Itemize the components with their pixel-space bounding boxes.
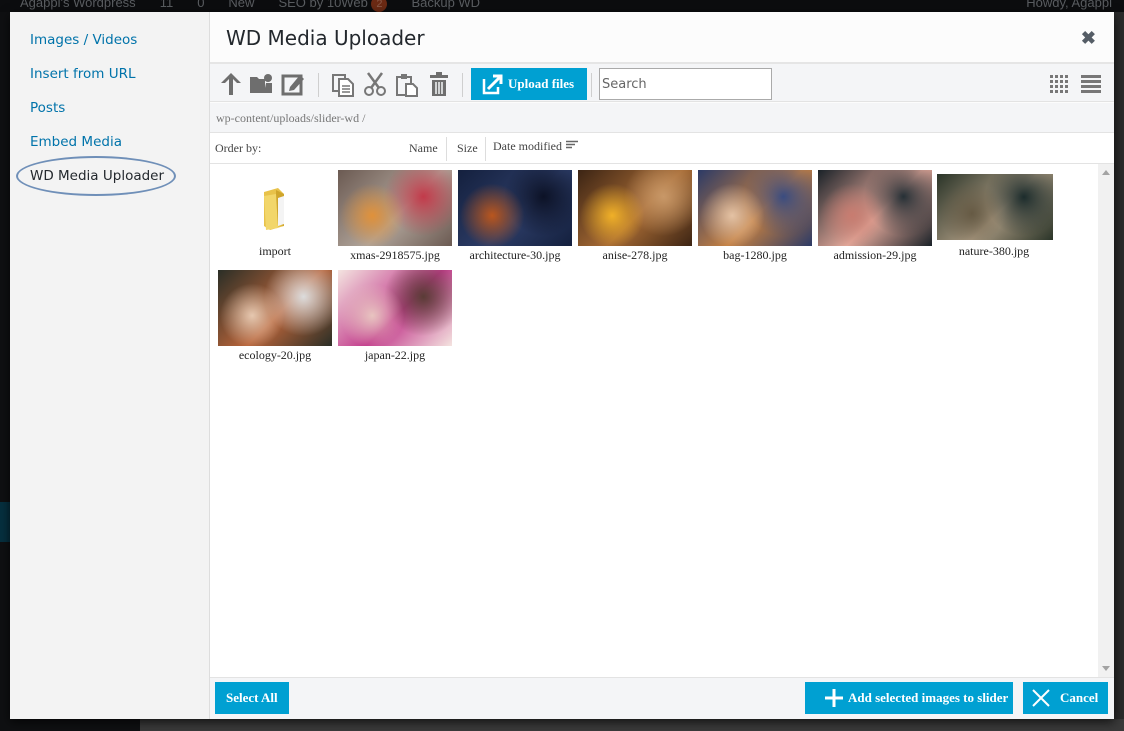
order-by-date-label: Date modified: [493, 139, 562, 153]
order-by-label: Order by:: [215, 141, 262, 155]
admin-bar-seo-label: SEO by 10Web: [278, 0, 368, 10]
file-name: anise-278.jpg: [602, 248, 668, 262]
file-name: architecture-30.jpg: [469, 248, 561, 262]
file-name: admission-29.jpg: [833, 248, 917, 262]
upload-icon: [482, 74, 503, 95]
path-bar: wp-content/uploads/slider-wd /: [210, 103, 1114, 133]
copy-icon[interactable]: [330, 71, 356, 97]
modal-title: WD Media Uploader: [226, 26, 425, 50]
wp-admin-bar: Agappi's Wordpress 11 0 New SEO by 10Web…: [0, 0, 1124, 12]
folder-icon: [218, 170, 332, 246]
select-all-button[interactable]: Select All: [215, 682, 289, 714]
new-folder-icon[interactable]: [248, 71, 274, 97]
trash-icon[interactable]: [426, 71, 452, 97]
edit-icon[interactable]: [280, 71, 306, 97]
media-frame: WD Media Uploader ✖ Upload files Search …: [210, 12, 1114, 719]
list-view-icon[interactable]: [1080, 73, 1102, 95]
menu-item-embed-media[interactable]: Embed Media: [30, 134, 122, 150]
image-item[interactable]: ecology-20.jpg: [218, 270, 332, 363]
wp-admin-content: [140, 719, 1124, 731]
image-item[interactable]: anise-278.jpg: [578, 170, 692, 263]
admin-bar-backup[interactable]: Backup WD: [411, 0, 480, 12]
image-thumbnail: [818, 170, 932, 246]
upload-files-label: Upload files: [508, 76, 575, 91]
cancel-label: Cancel: [1060, 690, 1099, 705]
image-item[interactable]: japan-22.jpg: [338, 270, 452, 363]
image-thumbnail: [578, 170, 692, 246]
scroll-up-arrow[interactable]: [1102, 170, 1110, 175]
cancel-button[interactable]: Cancel: [1023, 682, 1108, 714]
image-thumbnail: [937, 174, 1053, 240]
admin-bar-comments[interactable]: 0: [197, 0, 204, 12]
image-thumbnail: [338, 270, 452, 346]
add-selected-images-label: Add selected images to slider: [848, 690, 1009, 705]
image-thumbnail: [698, 170, 812, 246]
grid-view-icon[interactable]: [1048, 73, 1070, 95]
current-path[interactable]: wp-content/uploads/slider-wd /: [216, 111, 365, 126]
toolbar-separator: [462, 73, 463, 97]
image-item[interactable]: nature-380.jpg: [937, 170, 1053, 259]
toolbar-separator: [318, 73, 319, 97]
search-input[interactable]: [599, 68, 772, 100]
admin-bar-seo[interactable]: SEO by 10Web 2: [278, 0, 388, 12]
close-x-icon: [1032, 689, 1050, 707]
admin-bar-howdy[interactable]: Howdy, Agappi: [1026, 0, 1112, 10]
folder-item[interactable]: import: [218, 170, 332, 259]
upload-files-button[interactable]: Upload files: [471, 68, 587, 100]
image-thumbnail: [338, 170, 452, 246]
image-thumbnail: [458, 170, 572, 246]
file-name: nature-380.jpg: [958, 244, 1030, 258]
plus-icon: [825, 689, 843, 707]
menu-item-posts[interactable]: Posts: [30, 100, 65, 116]
sort-descending-icon: [565, 140, 578, 149]
file-name: ecology-20.jpg: [238, 348, 312, 362]
file-name: bag-1280.jpg: [723, 248, 787, 262]
order-by-name[interactable]: Name: [409, 141, 438, 156]
close-icon[interactable]: ✖: [1081, 28, 1096, 49]
paste-icon[interactable]: [394, 71, 420, 97]
toolbar: Upload files: [210, 62, 1114, 102]
scrollbar[interactable]: [1098, 164, 1114, 677]
add-selected-images-button[interactable]: Add selected images to slider: [805, 682, 1013, 714]
image-item[interactable]: admission-29.jpg: [818, 170, 932, 263]
media-menu: Images / Videos Insert from URL Posts Em…: [10, 12, 210, 719]
media-modal: Images / Videos Insert from URL Posts Em…: [10, 12, 1114, 719]
order-separator: [485, 137, 486, 161]
cut-icon[interactable]: [362, 71, 388, 97]
menu-item-insert-from-url[interactable]: Insert from URL: [30, 66, 136, 82]
image-item[interactable]: xmas-2918575.jpg: [338, 170, 452, 263]
admin-bar-new[interactable]: New: [228, 0, 254, 12]
admin-bar-site[interactable]: Agappi's Wordpress: [20, 0, 136, 12]
file-browser: import xmas-2918575.jpg architecture-30.jp…: [210, 164, 1114, 677]
file-name: xmas-2918575.jpg: [350, 248, 440, 262]
select-all-label: Select All: [226, 690, 278, 705]
order-separator: [446, 137, 447, 161]
file-name: import: [259, 244, 291, 258]
image-item[interactable]: bag-1280.jpg: [698, 170, 812, 263]
footer-bar: Select All Add selected images to slider…: [210, 677, 1114, 719]
arrow-up-icon[interactable]: [218, 71, 244, 97]
order-by-date-modified[interactable]: Date modified: [493, 139, 579, 154]
image-thumbnail: [218, 270, 332, 346]
order-bar: Order by: Name Size Date modified: [210, 133, 1114, 164]
seo-badge: 2: [371, 0, 388, 12]
image-item[interactable]: architecture-30.jpg: [458, 170, 572, 263]
order-by-size[interactable]: Size: [457, 141, 478, 156]
file-name: japan-22.jpg: [364, 348, 426, 362]
scroll-down-arrow[interactable]: [1102, 666, 1110, 671]
toolbar-separator: [591, 73, 592, 97]
highlight-circle-annotation: [16, 156, 176, 196]
admin-bar-updates[interactable]: 11: [160, 0, 174, 12]
menu-item-images-videos[interactable]: Images / Videos: [30, 32, 137, 48]
